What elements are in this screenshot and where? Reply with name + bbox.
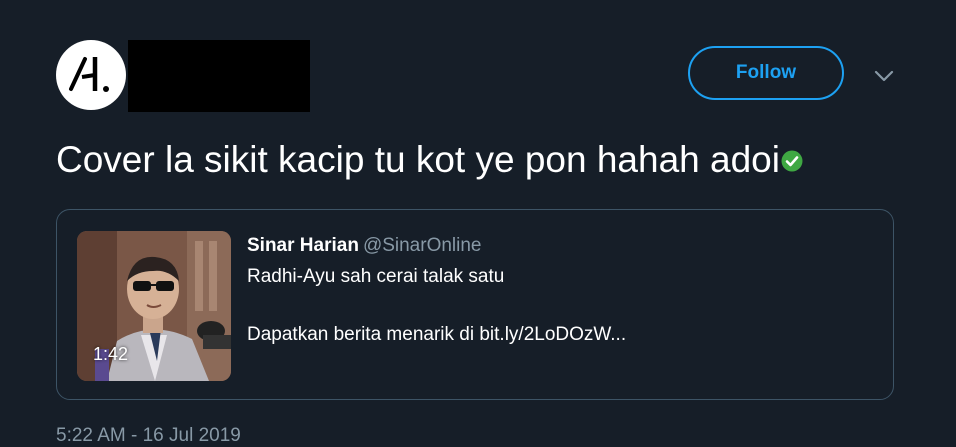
chevron-down-icon[interactable] — [870, 62, 898, 90]
follow-button[interactable]: Follow — [688, 46, 844, 100]
avatar[interactable] — [56, 40, 126, 110]
card-body: Sinar Harian @SinarOnline Radhi-Ayu sah c… — [247, 234, 873, 347]
video-thumbnail[interactable]: 1:42 — [77, 231, 231, 381]
redacted-username — [128, 40, 310, 112]
video-duration: 1:42 — [93, 344, 129, 364]
check-mark-button-icon — [781, 150, 803, 172]
quoted-link-card[interactable]: 1:42 Sinar Harian @SinarOnline Radhi-Ayu … — [56, 209, 894, 400]
card-author-name[interactable]: Sinar Harian — [247, 235, 359, 256]
tweet-text-content: Cover la sikit kacip tu kot ye pon hahah… — [56, 139, 780, 180]
card-description: Dapatkan berita menarik di bit.ly/2LoDOz… — [247, 324, 627, 345]
tweet-text: Cover la sikit kacip tu kot ye pon hahah… — [56, 136, 803, 184]
card-author-handle[interactable]: @SinarOnline — [363, 235, 482, 256]
card-author: Sinar Harian @SinarOnline — [247, 234, 873, 258]
card-title: Radhi-Ayu sah cerai talak satu — [247, 266, 505, 287]
tweet: Follow Cover la sikit kacip tu kot ye po… — [0, 0, 956, 447]
tweet-timestamp[interactable]: 5:22 AM - 16 Jul 2019 — [56, 424, 241, 447]
logo-icon — [69, 57, 109, 92]
